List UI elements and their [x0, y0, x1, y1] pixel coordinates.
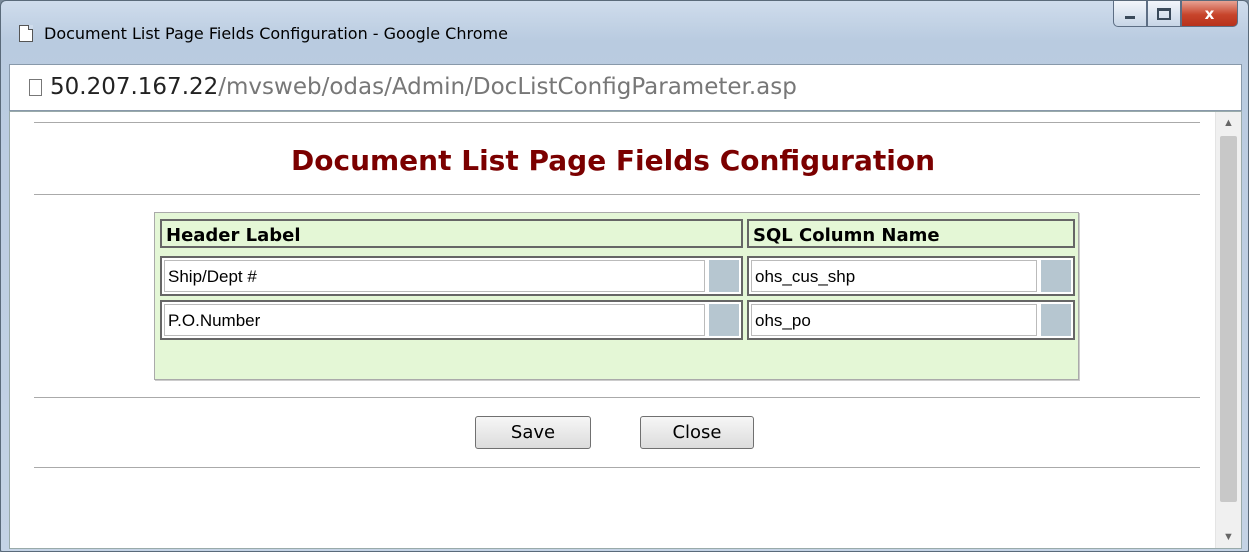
- close-button[interactable]: Close: [640, 416, 754, 449]
- url-text[interactable]: 50.207.167.22/mvsweb/odas/Admin/DocListC…: [50, 74, 797, 100]
- sql-column-name-column-header: SQL Column Name: [747, 219, 1075, 248]
- close-window-button[interactable]: x: [1181, 1, 1238, 27]
- scroll-thumb[interactable]: [1220, 136, 1237, 502]
- table-row-1-column-cell: ohs_cus_shp: [747, 256, 1075, 296]
- close-icon: x: [1204, 4, 1215, 23]
- page-viewport: Document List Page Fields Configuration …: [9, 111, 1242, 549]
- browser-window: Document List Page Fields Configuration …: [0, 0, 1249, 552]
- page-icon: [19, 25, 33, 42]
- url-host: 50.207.167.22: [50, 74, 219, 100]
- page-title: Document List Page Fields Configuration: [291, 144, 935, 177]
- maximize-button[interactable]: [1147, 1, 1181, 27]
- minimize-button[interactable]: [1113, 1, 1147, 27]
- window-controls: x: [1113, 1, 1238, 27]
- cell-handle[interactable]: [1041, 304, 1071, 336]
- cell-handle[interactable]: [709, 304, 739, 336]
- divider: [34, 397, 1200, 398]
- fields-config-table: Header Label SQL Column Name Ship/Dept #…: [154, 212, 1079, 380]
- address-bar[interactable]: 50.207.167.22/mvsweb/odas/Admin/DocListC…: [9, 64, 1242, 111]
- divider: [34, 467, 1200, 468]
- save-button[interactable]: Save: [475, 416, 591, 449]
- table-row-2-column-cell: ohs_po: [747, 300, 1075, 340]
- header-label-column-header: Header Label: [160, 219, 743, 248]
- url-path: /mvsweb/odas/Admin/DocListConfigParamete…: [218, 74, 797, 100]
- cell-handle[interactable]: [1041, 260, 1071, 292]
- divider: [34, 122, 1200, 123]
- scroll-down-icon[interactable]: ▼: [1216, 526, 1241, 548]
- vertical-scrollbar[interactable]: ▲ ▼: [1215, 112, 1241, 548]
- header-label-input[interactable]: P.O.Number: [164, 304, 705, 336]
- maximize-icon: [1157, 7, 1171, 20]
- sql-column-input[interactable]: ohs_cus_shp: [751, 260, 1037, 292]
- scroll-up-icon[interactable]: ▲: [1216, 112, 1241, 134]
- table-row-1-label-cell: Ship/Dept #: [160, 256, 743, 296]
- divider: [34, 194, 1200, 195]
- document-icon: [29, 79, 42, 96]
- sql-column-input[interactable]: ohs_po: [751, 304, 1037, 336]
- table-row-2-label-cell: P.O.Number: [160, 300, 743, 340]
- window-title: Document List Page Fields Configuration …: [44, 24, 508, 43]
- title-bar[interactable]: Document List Page Fields Configuration …: [1, 1, 1248, 63]
- minimize-icon: [1125, 16, 1135, 19]
- header-label-input[interactable]: Ship/Dept #: [164, 260, 705, 292]
- cell-handle[interactable]: [709, 260, 739, 292]
